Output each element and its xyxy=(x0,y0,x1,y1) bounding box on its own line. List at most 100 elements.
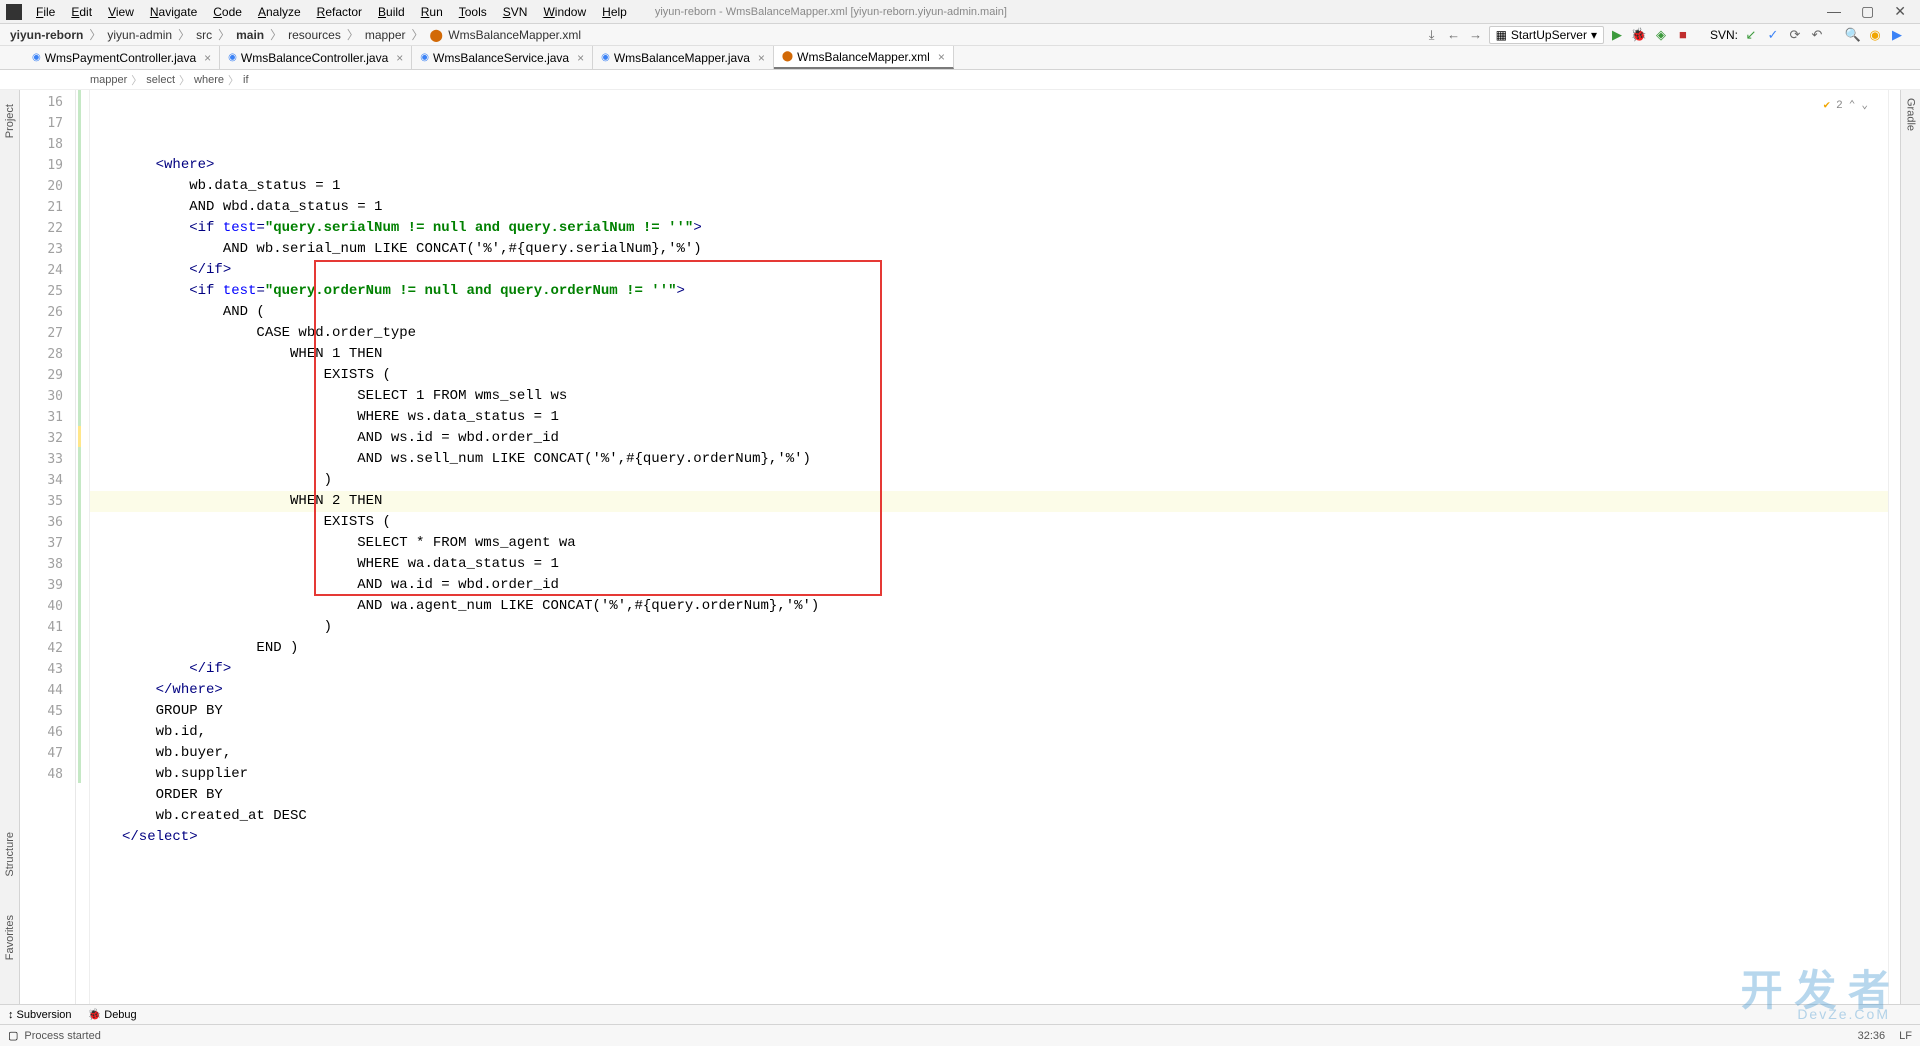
editor-tab[interactable]: ⬤WmsBalanceMapper.xml× xyxy=(774,46,954,69)
code-line[interactable]: AND ws.sell_num LIKE CONCAT('%',#{query.… xyxy=(90,449,1888,470)
editor-tab[interactable]: ◉WmsPaymentController.java× xyxy=(24,46,220,69)
code-line[interactable]: WHEN 2 THEN xyxy=(90,491,1888,512)
structure-tool-button[interactable]: Structure xyxy=(4,828,16,881)
line-number[interactable]: 29 xyxy=(20,365,75,386)
debug-tool-button[interactable]: 🐞 Debug xyxy=(88,1008,137,1021)
code-line[interactable]: ) xyxy=(90,617,1888,638)
line-number[interactable]: 46 xyxy=(20,722,75,743)
editor-tab[interactable]: ◉WmsBalanceController.java× xyxy=(220,46,412,69)
stop-icon[interactable]: ■ xyxy=(1674,26,1692,44)
line-number[interactable]: 32 xyxy=(20,428,75,449)
menu-window[interactable]: Window xyxy=(535,5,594,19)
maximize-icon[interactable]: ▢ xyxy=(1861,3,1874,20)
menu-help[interactable]: Help xyxy=(594,5,635,19)
code-line[interactable]: EXISTS ( xyxy=(90,512,1888,533)
line-number[interactable]: 23 xyxy=(20,239,75,260)
down-icon[interactable]: ⌄ xyxy=(1861,96,1868,117)
line-number[interactable]: 41 xyxy=(20,617,75,638)
forward-icon[interactable]: → xyxy=(1467,26,1485,44)
code-line[interactable]: <if test="query.serialNum != null and qu… xyxy=(90,218,1888,239)
code-line[interactable]: CASE wbd.order_type xyxy=(90,323,1888,344)
line-number[interactable]: 21 xyxy=(20,197,75,218)
structure-crumb[interactable]: select xyxy=(146,74,175,86)
code-line[interactable]: <if test="query.orderNum != null and que… xyxy=(90,281,1888,302)
breadcrumb-item[interactable]: mapper xyxy=(361,28,410,42)
code-editor[interactable]: ✔ 2 ⌃ ⌄ <where> wb.data_status = 1 AND w… xyxy=(90,90,1888,1004)
project-tool-button[interactable]: Project xyxy=(4,100,16,142)
code-line[interactable]: <where> xyxy=(90,155,1888,176)
menu-build[interactable]: Build xyxy=(370,5,413,19)
close-icon[interactable]: ✕ xyxy=(1894,3,1906,20)
coverage-icon[interactable]: ◈ xyxy=(1652,26,1670,44)
code-line[interactable]: EXISTS ( xyxy=(90,365,1888,386)
code-line[interactable]: AND wa.agent_num LIKE CONCAT('%',#{query… xyxy=(90,596,1888,617)
code-line[interactable]: wb.created_at DESC xyxy=(90,806,1888,827)
fold-strip[interactable] xyxy=(76,90,90,1004)
run-config-dropdown[interactable]: ▦ StartUpServer ▾ xyxy=(1489,26,1604,44)
next-icon[interactable]: ▶ xyxy=(1888,26,1906,44)
line-number[interactable]: 16 xyxy=(20,92,75,113)
code-line[interactable]: WHERE wa.data_status = 1 xyxy=(90,554,1888,575)
line-number[interactable]: 42 xyxy=(20,638,75,659)
editor-tab[interactable]: ◉WmsBalanceMapper.java× xyxy=(593,46,774,69)
subversion-tool-button[interactable]: ↕ Subversion xyxy=(8,1009,72,1021)
breadcrumb-item[interactable]: yiyun-admin xyxy=(103,28,176,42)
code-line[interactable]: </where> xyxy=(90,680,1888,701)
menu-edit[interactable]: Edit xyxy=(63,5,100,19)
code-line[interactable]: ORDER BY xyxy=(90,785,1888,806)
line-number[interactable]: 34 xyxy=(20,470,75,491)
line-number[interactable]: 30 xyxy=(20,386,75,407)
code-line[interactable]: </if> xyxy=(90,659,1888,680)
code-line[interactable]: </if> xyxy=(90,260,1888,281)
code-line[interactable]: </select> xyxy=(90,827,1888,848)
tab-close-icon[interactable]: × xyxy=(758,51,765,65)
tab-close-icon[interactable]: × xyxy=(577,51,584,65)
menu-tools[interactable]: Tools xyxy=(451,5,495,19)
menu-refactor[interactable]: Refactor xyxy=(309,5,370,19)
line-number[interactable]: 17 xyxy=(20,113,75,134)
inspection-indicator[interactable]: ✔ 2 ⌃ ⌄ xyxy=(1824,96,1868,117)
menu-svn[interactable]: SVN xyxy=(495,5,536,19)
up-icon[interactable]: ⌃ xyxy=(1849,96,1856,117)
svn-revert-icon[interactable]: ↶ xyxy=(1808,26,1826,44)
run-icon[interactable]: ▶ xyxy=(1608,26,1626,44)
breadcrumb-item[interactable]: main xyxy=(232,28,268,42)
line-number[interactable]: 36 xyxy=(20,512,75,533)
line-number[interactable]: 20 xyxy=(20,176,75,197)
menu-view[interactable]: View xyxy=(100,5,142,19)
tab-close-icon[interactable]: × xyxy=(396,51,403,65)
menu-run[interactable]: Run xyxy=(413,5,451,19)
line-number[interactable]: 48 xyxy=(20,764,75,785)
line-number[interactable]: 27 xyxy=(20,323,75,344)
line-number[interactable]: 28 xyxy=(20,344,75,365)
tab-close-icon[interactable]: × xyxy=(938,50,945,64)
line-number[interactable]: 40 xyxy=(20,596,75,617)
line-ending[interactable]: LF xyxy=(1899,1030,1912,1042)
structure-crumb[interactable]: mapper xyxy=(90,74,127,86)
code-line[interactable]: wb.data_status = 1 xyxy=(90,176,1888,197)
ide-settings-icon[interactable]: ◉ xyxy=(1866,26,1884,44)
code-line[interactable]: SELECT 1 FROM wms_sell ws xyxy=(90,386,1888,407)
code-line[interactable]: AND wbd.data_status = 1 xyxy=(90,197,1888,218)
gradle-tool-button[interactable]: Gradle xyxy=(1905,90,1917,139)
code-line[interactable]: wb.id, xyxy=(90,722,1888,743)
code-line[interactable]: WHEN 1 THEN xyxy=(90,344,1888,365)
line-number[interactable]: 44 xyxy=(20,680,75,701)
code-line[interactable]: wb.supplier xyxy=(90,764,1888,785)
code-line[interactable]: END ) xyxy=(90,638,1888,659)
menu-navigate[interactable]: Navigate xyxy=(142,5,205,19)
search-icon[interactable]: 🔍 xyxy=(1844,26,1862,44)
breadcrumb-item[interactable]: src xyxy=(192,28,216,42)
line-number[interactable]: 43 xyxy=(20,659,75,680)
svn-history-icon[interactable]: ⟳ xyxy=(1786,26,1804,44)
line-number[interactable]: 37 xyxy=(20,533,75,554)
code-line[interactable]: AND wb.serial_num LIKE CONCAT('%',#{quer… xyxy=(90,239,1888,260)
line-number[interactable]: 25 xyxy=(20,281,75,302)
menu-code[interactable]: Code xyxy=(205,5,250,19)
code-line[interactable]: AND ws.id = wbd.order_id xyxy=(90,428,1888,449)
statusbar-icon[interactable]: ▢ xyxy=(8,1029,18,1042)
tab-close-icon[interactable]: × xyxy=(204,51,211,65)
code-line[interactable]: AND ( xyxy=(90,302,1888,323)
code-line[interactable]: GROUP BY xyxy=(90,701,1888,722)
line-number[interactable]: 24 xyxy=(20,260,75,281)
